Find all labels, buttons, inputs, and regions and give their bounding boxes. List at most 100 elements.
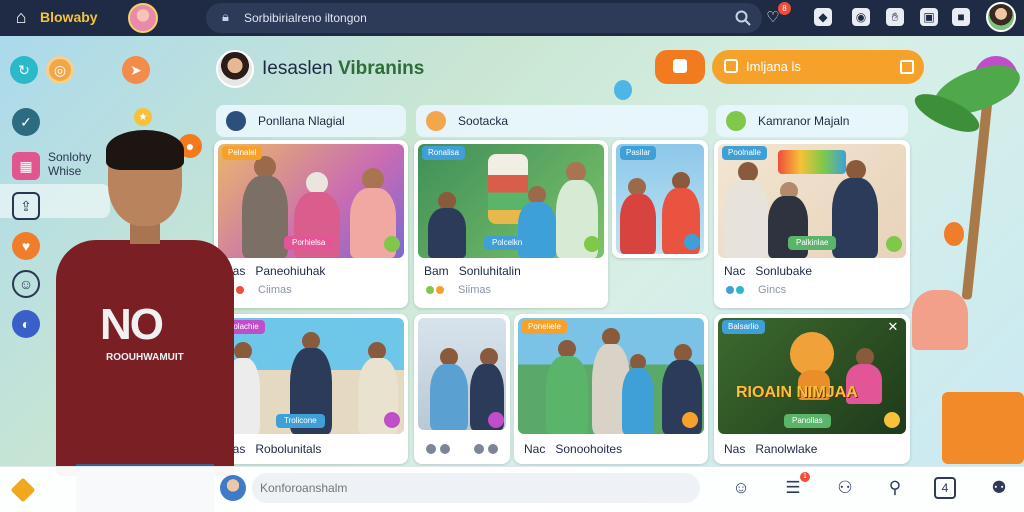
heart-icon[interactable]: ♥ [12,232,40,260]
video-card[interactable] [414,314,510,464]
sticker-icon: ★ [134,108,152,126]
robot-icon[interactable]: ☺ [12,270,40,298]
search-text: Sorbibirialreno iltongon [244,11,367,25]
share-small-icon [736,286,744,294]
like-icon [426,286,434,294]
channel-avatar[interactable] [216,50,254,88]
heart-small-icon [236,286,244,294]
top-bar: ⌂ Blowaby 🔒︎ Sorbibirialreno iltongon ♡ … [0,0,1024,36]
views-icon [426,444,436,454]
card-meta: Siimas [458,284,492,296]
chat-bubble-icon[interactable]: ☺ [730,477,752,499]
number-icon[interactable]: 4 [934,477,956,499]
card-banner-text: RIOAIN NIMJAA [736,384,858,401]
palm-tree-decoration [909,40,1024,300]
badge-icon [726,111,746,131]
presenter-figure: NO ROOUHWAMUIT [56,130,234,512]
shirt-print-subtext: ROOUHWAMUIT [106,352,184,363]
brand-logo[interactable]: Blowaby [40,9,98,25]
video-card[interactable]: Pelnalel Porhielsa Nas Paneohiuhak Ciima… [214,140,408,308]
video-card[interactable]: Pasilar [612,140,708,258]
bottom-bar: ☺ ☰ ⚇ ⚲ 4 ⚉ [0,466,1024,512]
bag-icon [673,59,687,73]
card-ribbon: Palkinlae [788,236,837,250]
left-sidebar: ↻ ◎ ➤ ✓ Sonlohy Whise ★ ▦ ⇪ ♥ ☺ ◐ ● [0,36,202,466]
cursor-icon[interactable]: ➤ [122,56,150,84]
column-label: Kamranor Majaln [758,114,850,128]
notes-badge: 1 [800,472,810,482]
card-tag: Balsarlio [722,320,765,334]
hand-icon[interactable]: ✋︎ [886,8,904,26]
camera-icon[interactable]: ◉ [852,8,870,26]
card-ribbon: Panollas [784,414,831,428]
gallery-icon[interactable]: ▦ [12,152,40,180]
play-icon[interactable] [684,234,700,250]
video-thumbnail[interactable] [518,318,704,434]
card-tag: Pasilar [620,146,657,160]
target-icon[interactable]: ◎ [46,56,74,84]
play-icon[interactable] [584,236,600,252]
heart-small-icon [436,286,444,294]
beach-ball-decoration [944,222,964,246]
home-icon[interactable]: ⌂ [10,6,32,28]
user-alert-icon[interactable]: ⚲ [884,477,906,499]
tv-icon [226,111,246,131]
play-icon[interactable] [384,236,400,252]
beach-hut-decoration [912,290,968,350]
video-card[interactable]: RIOAIN NIMJAA ✕ Balsarlio Panollas Nas R… [714,314,910,464]
shield-icon[interactable]: ◆ [814,8,832,26]
card-title: Nas Robolunitals [224,442,322,456]
play-icon[interactable] [886,236,902,252]
document-icon[interactable]: ▣ [920,8,938,26]
column-header-1[interactable]: Ponllana Nlagial [216,105,406,137]
shirt-print-text: NO [100,300,164,349]
search-bar[interactable]: 🔒︎ Sorbibirialreno iltongon [206,3,762,33]
cart-icon [724,59,738,73]
column-label: Ponllana Nlagial [258,114,345,128]
card-tag: Poneliele [522,320,567,334]
share-small-icon [488,444,498,454]
play-icon[interactable] [682,412,698,428]
pill-label: Imljana ls [746,59,801,74]
title-plain: Iesaslen [262,58,333,79]
play-icon[interactable] [384,412,400,428]
bag-button[interactable] [655,50,705,84]
close-icon[interactable]: ✕ [886,320,900,334]
card-ribbon: Porhielsa [284,236,334,250]
like-icon [440,444,450,454]
box-icon[interactable]: ■ [952,8,970,26]
comment-icon [474,444,484,454]
globe-icon[interactable]: ◐ [12,310,40,338]
column-header-2[interactable]: Sootacka [416,105,708,137]
title-highlight: Vibranins [338,58,425,79]
search-icon[interactable] [734,9,752,27]
app-logo-icon[interactable] [10,477,36,503]
profile-icon[interactable]: ⚇ [834,477,856,499]
card-tag: Poolnalle [722,146,767,160]
account-icon[interactable]: ⚉ [988,477,1010,499]
card-title: Nas Ranolwlake [724,442,818,456]
chat-icon[interactable]: ✓ [12,108,40,136]
video-card[interactable]: Ronalisa Polcelkn Bam Sonluhitalin Siima… [414,140,608,308]
card-title: Bam Sonluhitalin [424,264,521,278]
card-ribbon: Polcelkn [484,236,531,250]
comment-input[interactable] [252,473,700,503]
profile-avatar[interactable] [986,2,1016,32]
video-card[interactable]: Poneliele Nac Sonoohoites [514,314,708,464]
notification-badge: 8 [778,2,791,15]
balloon-icon [614,80,632,100]
video-card[interactable]: Poolnalle Palkinlae Nac Sonlubake Gincs [714,140,910,308]
play-icon[interactable] [884,412,900,428]
card-title: Nac Sonoohoites [524,442,623,456]
like-icon [726,286,734,294]
user-avatar[interactable] [128,3,158,33]
play-icon[interactable] [488,412,504,428]
column-header-3[interactable]: Kamranor Majaln [716,105,908,137]
card-title: Nac Sonlubake [724,264,813,278]
action-pill-button[interactable]: Imljana ls [712,50,924,84]
comment-avatar [220,475,246,501]
video-card[interactable]: Polachie Trolicone Nas Robolunitals [214,314,408,464]
share-icon[interactable]: ⇪ [12,192,40,220]
lock-icon: 🔒︎ [222,9,229,24]
refresh-icon[interactable]: ↻ [10,56,38,84]
